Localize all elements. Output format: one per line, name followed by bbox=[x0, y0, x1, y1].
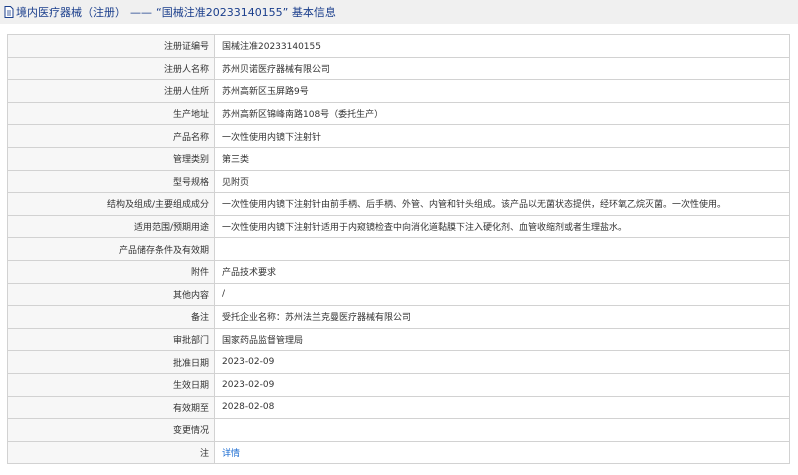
table-row: 注册人名称 苏州贝诺医疗器械有限公司 bbox=[7, 56, 790, 81]
table-row: 产品名称 一次性使用内镜下注射针 bbox=[7, 124, 790, 148]
field-value: 2023-02-09 bbox=[214, 372, 790, 397]
table-row: 生产地址 苏州高新区锦峰南路108号（委托生产） bbox=[7, 101, 790, 126]
table-row: 批准日期 2023-02-09 bbox=[7, 350, 790, 374]
header-record-title: “国械注准20233140155” 基本信息 bbox=[156, 6, 336, 19]
field-label: 审批部门 bbox=[7, 327, 215, 352]
field-label: 注册人住所 bbox=[7, 79, 215, 103]
field-value: 一次性使用内镜下注射针适用于内窥镜检查中向消化道黏膜下注入硬化剂、血管收缩剂或者… bbox=[214, 214, 790, 239]
table-row: 型号规格 见附页 bbox=[7, 169, 790, 194]
table-row: 其他内容 / bbox=[7, 282, 790, 307]
details-link[interactable]: 详情 bbox=[222, 449, 240, 459]
field-value: 见附页 bbox=[214, 169, 790, 194]
table-row: 生效日期 2023-02-09 bbox=[7, 372, 790, 397]
field-value-cell: 详情 bbox=[214, 440, 790, 465]
field-label: 注 bbox=[7, 440, 215, 465]
field-label: 生产地址 bbox=[7, 101, 215, 126]
table-row: 适用范围/预期用途 一次性使用内镜下注射针适用于内窥镜检查中向消化道黏膜下注入硬化… bbox=[7, 214, 790, 239]
field-label: 其他内容 bbox=[7, 282, 215, 307]
table-row: 注详情 bbox=[7, 440, 790, 465]
document-icon bbox=[4, 6, 14, 18]
table-row: 结构及组成/主要组成成分 一次性使用内镜下注射针由前手柄、后手柄、外管、内管和针头… bbox=[7, 192, 790, 216]
field-label: 产品名称 bbox=[7, 124, 215, 148]
field-value: 产品技术要求 bbox=[214, 259, 790, 284]
field-label: 附件 bbox=[7, 259, 215, 284]
header-category: 境内医疗器械（注册） bbox=[16, 6, 126, 19]
field-value: 一次性使用内镜下注射针 bbox=[214, 124, 790, 148]
table-row: 附件 产品技术要求 bbox=[7, 259, 790, 284]
field-label: 生效日期 bbox=[7, 372, 215, 397]
field-value: 一次性使用内镜下注射针由前手柄、后手柄、外管、内管和针头组成。该产品以无菌状态提… bbox=[214, 192, 790, 216]
field-label: 结构及组成/主要组成成分 bbox=[7, 192, 215, 216]
table-row: 产品储存条件及有效期 bbox=[7, 237, 790, 261]
field-label: 有效期至 bbox=[7, 395, 215, 420]
info-table: 注册证编号 国械注准20233140155 注册人名称 苏州贝诺医疗器械有限公司 注册人… bbox=[7, 34, 790, 465]
header-separator: —— bbox=[130, 5, 152, 19]
table-row: 注册人住所 苏州高新区玉屏路9号 bbox=[7, 79, 790, 103]
page-header: 境内医疗器械（注册） —— “国械注准20233140155” 基本信息 bbox=[0, 0, 798, 24]
field-label: 批准日期 bbox=[7, 350, 215, 374]
field-value bbox=[214, 418, 790, 442]
table-row: 变更情况 bbox=[7, 418, 790, 442]
table-row: 管理类别 第三类 bbox=[7, 146, 790, 171]
field-value: / bbox=[214, 282, 790, 307]
field-label: 管理类别 bbox=[7, 146, 215, 171]
table-row: 备注 受托企业名称：苏州法兰克曼医疗器械有限公司 bbox=[7, 305, 790, 329]
field-value: 第三类 bbox=[214, 146, 790, 171]
table-row: 有效期至 2028-02-08 bbox=[7, 395, 790, 420]
table-row: 注册证编号 国械注准20233140155 bbox=[7, 34, 790, 58]
table-row: 审批部门 国家药品监督管理局 bbox=[7, 327, 790, 352]
field-value: 受托企业名称：苏州法兰克曼医疗器械有限公司 bbox=[214, 305, 790, 329]
field-label: 注册证编号 bbox=[7, 34, 215, 58]
field-label: 变更情况 bbox=[7, 418, 215, 442]
field-value: 2028-02-08 bbox=[214, 395, 790, 420]
field-value: 国家药品监督管理局 bbox=[214, 327, 790, 352]
field-value: 苏州贝诺医疗器械有限公司 bbox=[214, 56, 790, 81]
field-value: 苏州高新区锦峰南路108号（委托生产） bbox=[214, 101, 790, 126]
field-label: 产品储存条件及有效期 bbox=[7, 237, 215, 261]
field-value: 2023-02-09 bbox=[214, 350, 790, 374]
field-value: 苏州高新区玉屏路9号 bbox=[214, 79, 790, 103]
field-value: 国械注准20233140155 bbox=[214, 34, 790, 58]
field-label: 注册人名称 bbox=[7, 56, 215, 81]
field-label: 型号规格 bbox=[7, 169, 215, 194]
field-label: 适用范围/预期用途 bbox=[7, 214, 215, 239]
field-label: 备注 bbox=[7, 305, 215, 329]
field-value bbox=[214, 237, 790, 261]
